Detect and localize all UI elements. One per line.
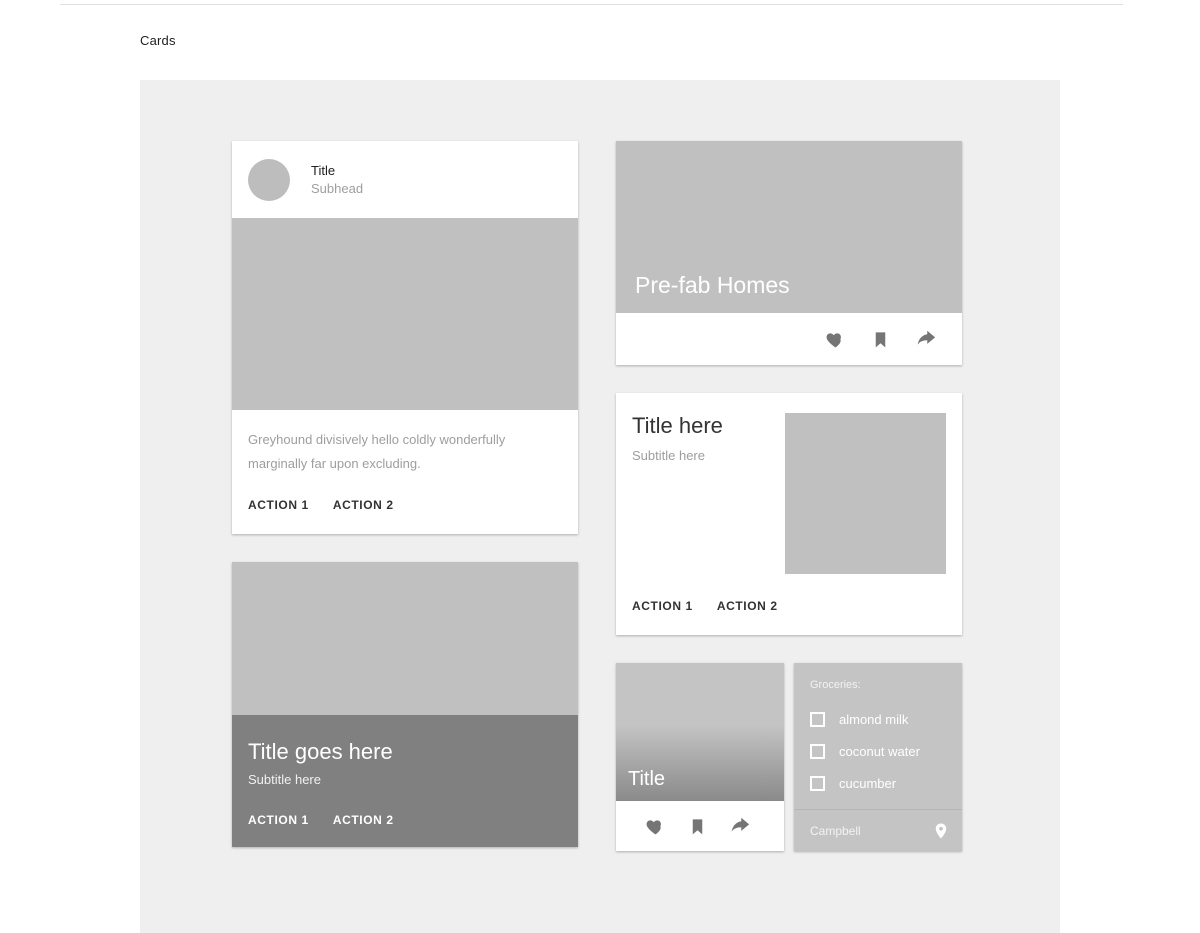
split-card[interactable]: Title here Subtitle here ACTION 1 ACTION… [616, 393, 962, 635]
split-card-top: Title here Subtitle here [616, 393, 962, 574]
hero-card-icon-bar [616, 313, 962, 365]
groceries-list: almond milk coconut water cucumber [794, 691, 962, 809]
mini-card-icon-bar [616, 801, 784, 851]
bookmark-icon[interactable] [871, 329, 890, 350]
mini-card[interactable]: Title [616, 663, 784, 851]
share-icon[interactable] [729, 816, 750, 837]
basic-card-header-text: Title Subhead [311, 162, 363, 197]
overlay-card-action-2[interactable]: ACTION 2 [333, 813, 394, 827]
split-card-actions: ACTION 1 ACTION 2 [616, 574, 962, 635]
bottom-card-row: Title Groceries: almond milk coconut wat… [616, 663, 962, 851]
basic-card[interactable]: Title Subhead Greyhound divisively hello… [232, 141, 578, 535]
groceries-footer: Campbell [794, 809, 962, 851]
list-item[interactable]: cucumber [810, 767, 946, 799]
groceries-footer-label: Campbell [810, 823, 861, 838]
heart-icon[interactable] [825, 329, 846, 350]
split-card-subtitle: Subtitle here [632, 448, 705, 464]
list-item-label: cucumber [839, 775, 897, 791]
cards-canvas: Title Subhead Greyhound divisively hello… [140, 80, 1060, 933]
share-icon[interactable] [915, 329, 936, 350]
split-card-action-1[interactable]: ACTION 1 [632, 599, 693, 613]
checkbox-icon[interactable] [810, 711, 825, 727]
split-card-text: Title here Subtitle here [632, 413, 775, 574]
overlay-card-panel: Title goes here Subtitle here ACTION 1 A… [232, 715, 578, 848]
heart-icon[interactable] [645, 816, 666, 837]
basic-card-body: Greyhound divisively hello coldly wonder… [248, 432, 506, 472]
basic-card-subhead: Subhead [311, 180, 364, 196]
cards-page: Cards Title Subhead Greyhound divisively… [0, 0, 1200, 933]
top-divider [60, 4, 1123, 5]
split-card-action-2[interactable]: ACTION 2 [717, 599, 778, 613]
overlay-card-media [232, 562, 578, 716]
checkbox-icon[interactable] [810, 775, 825, 791]
split-card-title: Title here [632, 413, 723, 438]
left-column: Title Subhead Greyhound divisively hello… [232, 141, 578, 848]
overlay-card-actions: ACTION 1 ACTION 2 [248, 787, 562, 831]
groceries-heading: Groceries: [810, 679, 861, 691]
split-card-thumbnail [785, 413, 946, 574]
list-item[interactable]: coconut water [810, 735, 946, 767]
page-title: Cards [140, 33, 176, 48]
avatar [248, 158, 290, 201]
overlay-card-action-1[interactable]: ACTION 1 [248, 813, 309, 827]
hero-card-media: Pre-fab Homes [616, 141, 962, 313]
basic-card-header: Title Subhead [232, 141, 578, 218]
overlay-card-title: Title goes here [248, 739, 393, 765]
overlay-card[interactable]: Title goes here Subtitle here ACTION 1 A… [232, 562, 578, 848]
map-pin-icon[interactable] [932, 820, 950, 842]
mini-card-media: Title [616, 663, 784, 801]
right-column: Pre-fab Homes Title here Subtitle here A… [616, 141, 962, 851]
basic-card-media [232, 218, 578, 410]
groceries-card[interactable]: Groceries: almond milk coconut water cuc… [794, 663, 962, 851]
bookmark-icon[interactable] [688, 816, 707, 837]
list-item-label: almond milk [839, 711, 909, 727]
hero-card[interactable]: Pre-fab Homes [616, 141, 962, 365]
basic-card-action-1[interactable]: ACTION 1 [248, 498, 309, 512]
basic-card-actions: ACTION 1 ACTION 2 [232, 476, 578, 534]
hero-card-title: Pre-fab Homes [635, 272, 790, 298]
checkbox-icon[interactable] [810, 743, 825, 759]
basic-card-action-2[interactable]: ACTION 2 [333, 498, 394, 512]
basic-card-title: Title [311, 162, 336, 178]
mini-card-title: Title [628, 768, 666, 790]
list-item-label: coconut water [839, 743, 920, 759]
list-item[interactable]: almond milk [810, 703, 946, 735]
overlay-card-subtitle: Subtitle here [248, 772, 321, 788]
